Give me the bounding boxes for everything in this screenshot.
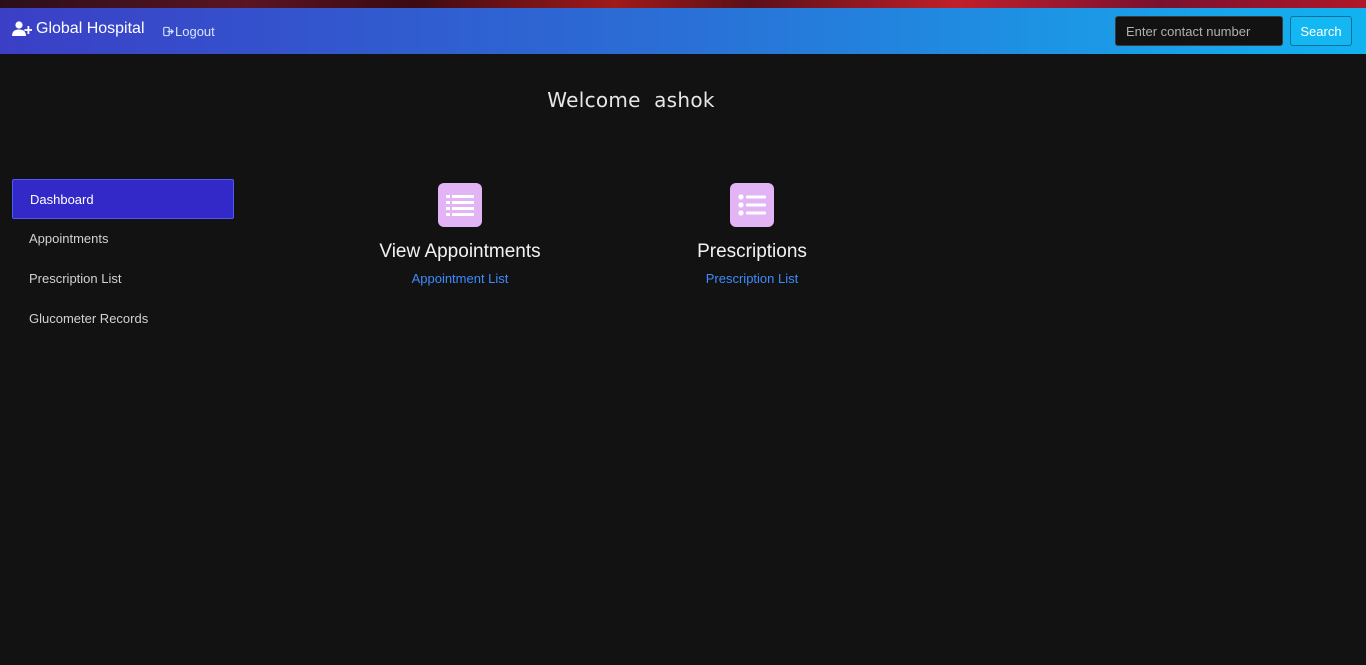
card-title: View Appointments	[379, 241, 541, 262]
appointment-list-link[interactable]: Appointment List	[340, 271, 580, 286]
user-plus-icon	[12, 21, 32, 36]
header-banner-strip	[0, 0, 1366, 8]
card-view-appointments: View Appointments Appointment List	[340, 183, 580, 286]
contact-search-input[interactable]	[1115, 16, 1283, 46]
sidebar-item-dashboard[interactable]: Dashboard	[12, 179, 234, 219]
brand-name: Global Hospital	[36, 20, 145, 37]
sidebar: Dashboard Appointments Prescription List…	[12, 179, 234, 339]
logout-link[interactable]: Logout	[163, 24, 215, 39]
sidebar-item-prescription-list[interactable]: Prescription List	[12, 259, 234, 299]
prescription-list-link[interactable]: Prescription List	[632, 271, 872, 286]
list-ul-icon	[730, 183, 774, 227]
list-icon	[438, 183, 482, 227]
sidebar-item-glucometer-records[interactable]: Glucometer Records	[12, 299, 234, 339]
sign-out-icon	[163, 26, 174, 37]
sidebar-item-appointments[interactable]: Appointments	[12, 219, 234, 259]
card-prescriptions: Prescriptions Prescription List	[632, 183, 872, 286]
card-title: Prescriptions	[697, 241, 807, 262]
search-button[interactable]: Search	[1290, 16, 1352, 46]
welcome-heading: Welcome ashok	[547, 88, 715, 112]
brand[interactable]: Global Hospital	[12, 20, 145, 38]
navbar: Global Hospital Logout Search	[0, 8, 1366, 54]
logout-label: Logout	[175, 24, 215, 39]
